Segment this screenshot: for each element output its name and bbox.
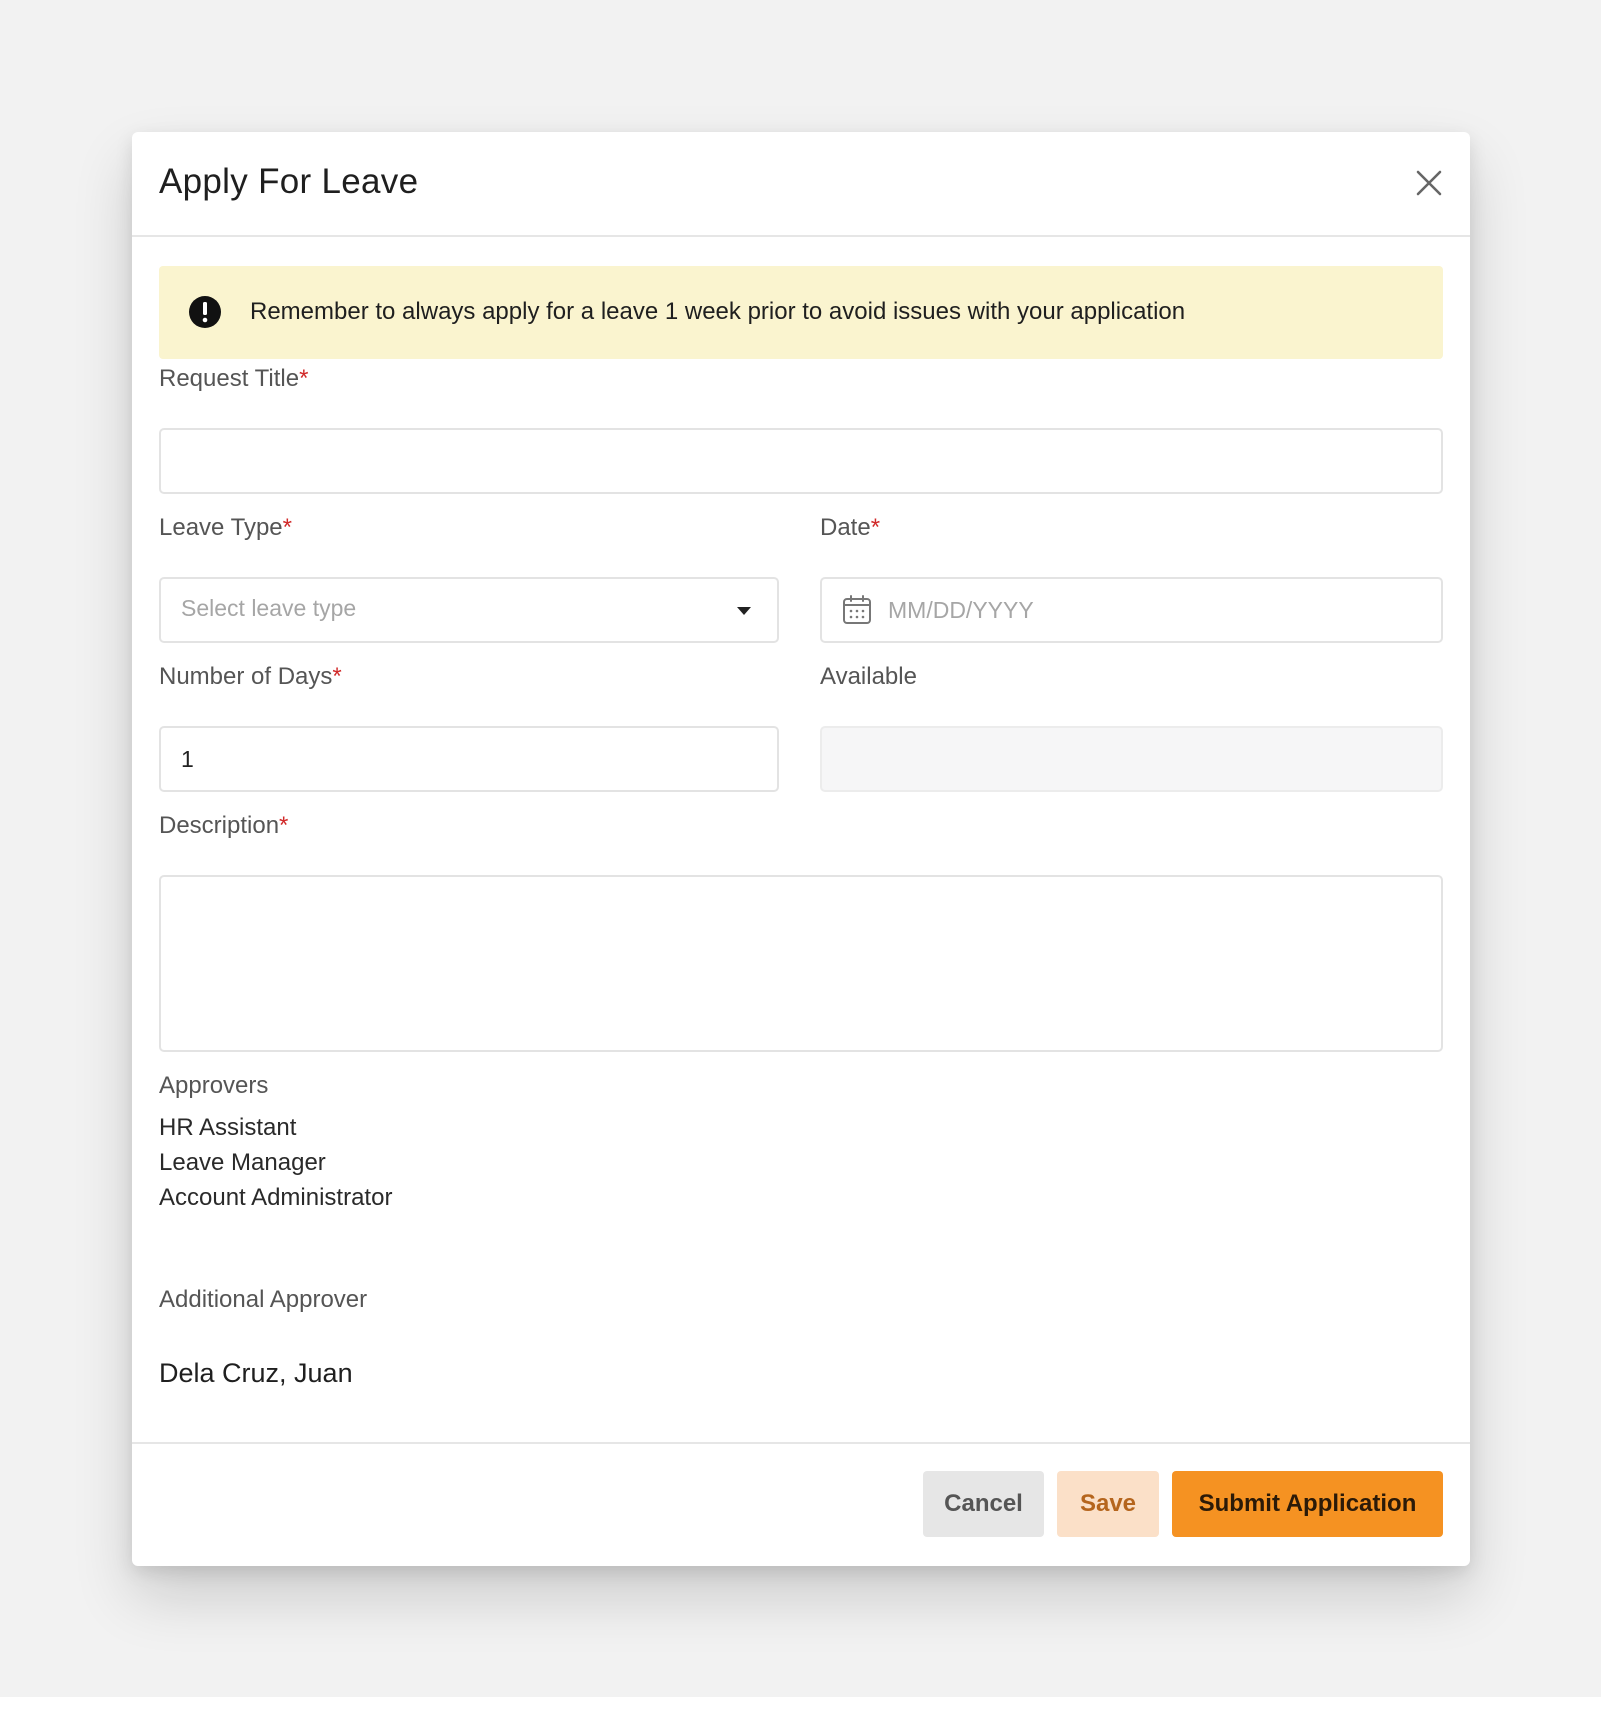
date-label-text: Date <box>820 514 871 541</box>
exclamation-circle-icon <box>189 296 221 328</box>
additional-approver-label: Additional Approver <box>159 1286 368 1313</box>
required-asterisk: * <box>332 663 342 690</box>
number-of-days-input[interactable] <box>159 726 779 792</box>
dialog-header: Apply For Leave <box>132 132 1470 237</box>
calendar-icon[interactable] <box>841 594 873 626</box>
description-label-text: Description <box>159 812 280 839</box>
available-input <box>820 726 1443 792</box>
required-asterisk: * <box>299 365 309 392</box>
available-label: Available <box>820 663 917 690</box>
approver-item: Account Administrator <box>159 1184 393 1211</box>
apply-leave-dialog: Apply For Leave Remember to always apply… <box>132 132 1470 1566</box>
date-input[interactable] <box>888 579 1427 641</box>
number-of-days-label: Number of Days* <box>159 663 342 691</box>
leave-type-placeholder: Select leave type <box>181 595 357 621</box>
dialog-footer: Cancel Save Submit Application <box>132 1442 1470 1566</box>
required-asterisk: * <box>282 514 292 541</box>
caret-down-icon <box>737 607 751 615</box>
approvers-label: Approvers <box>159 1072 269 1099</box>
number-of-days-label-text: Number of Days <box>159 663 333 690</box>
save-button[interactable]: Save <box>1057 1471 1159 1537</box>
submit-application-button[interactable]: Submit Application <box>1172 1471 1443 1537</box>
notice-text: Remember to always apply for a leave 1 w… <box>250 298 1186 325</box>
additional-approver-name: Dela Cruz, Juan <box>159 1358 353 1388</box>
notice-banner: Remember to always apply for a leave 1 w… <box>159 266 1443 359</box>
dialog-title: Apply For Leave <box>159 162 419 201</box>
date-field <box>820 577 1443 643</box>
leave-type-label-text: Leave Type <box>159 514 283 541</box>
required-asterisk: * <box>870 514 881 541</box>
required-asterisk: * <box>279 812 289 839</box>
request-title-input[interactable] <box>159 428 1443 494</box>
request-title-label: Request Title* <box>159 365 308 393</box>
approver-item: HR Assistant <box>159 1114 297 1141</box>
leave-type-select[interactable]: Select leave type <box>159 577 779 643</box>
cancel-button[interactable]: Cancel <box>923 1471 1044 1537</box>
date-label: Date* <box>820 514 880 542</box>
description-label: Description* <box>159 812 288 840</box>
description-textarea[interactable] <box>159 875 1443 1052</box>
request-title-label-text: Request Title <box>159 365 300 392</box>
approver-item: Leave Manager <box>159 1149 326 1176</box>
leave-type-label: Leave Type* <box>159 514 292 542</box>
close-icon <box>1416 170 1442 196</box>
close-button[interactable] <box>1414 168 1444 198</box>
